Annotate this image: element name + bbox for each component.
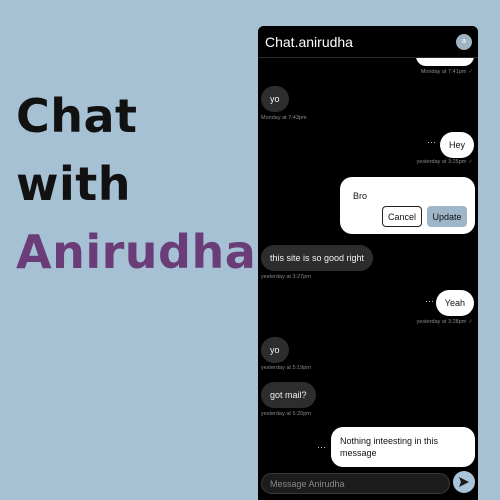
chat-window: Chat.anirudha a Monday at 7:41pm ✓ yo Mon… (258, 26, 478, 500)
message-menu-icon[interactable]: ··· (317, 443, 326, 452)
message-bubble-in[interactable]: got mail? (261, 382, 316, 408)
edit-message-value[interactable]: Bro (353, 191, 367, 201)
message-timestamp: yesterday at 3:28pm ✓ (416, 319, 473, 325)
message-text: yo (270, 94, 280, 104)
message-timestamp: Monday at 7:43pm (261, 115, 307, 121)
message-text: Nothing inteesting in this message (340, 436, 439, 458)
hero-line-1: Chat (16, 89, 138, 143)
message-text: yo (270, 345, 280, 355)
message-timestamp: yesterday at 3:25pm ✓ (416, 159, 473, 165)
app-brand: Chat.anirudha (265, 34, 353, 50)
message-input[interactable] (261, 473, 450, 494)
send-button[interactable] (453, 471, 475, 493)
message-composer (258, 470, 478, 500)
message-bubble-in[interactable]: yo (261, 86, 289, 112)
message-text: Yeah (444, 298, 465, 308)
message-text: this site is so good right (270, 253, 365, 263)
message-text: Hey (448, 140, 465, 150)
message-text: got mail? (270, 390, 307, 400)
message-timestamp: Monday at 7:41pm ✓ (420, 69, 473, 75)
message-bubble-out[interactable]: Hey (439, 132, 474, 158)
message-bubble-out[interactable]: Nothing inteesting in this message (331, 427, 475, 467)
message-menu-icon[interactable]: ··· (427, 138, 436, 147)
message-bubble-in[interactable]: yo (261, 337, 289, 363)
message-timestamp: yesterday at 5:20pm (261, 411, 311, 417)
brand-name: anirudha (298, 34, 353, 50)
check-icon: ✓ (468, 319, 473, 325)
send-icon (459, 477, 469, 487)
message-bubble-in[interactable]: this site is so good right (261, 245, 374, 271)
check-icon: ✓ (468, 159, 473, 165)
message-timestamp: yesterday at 5:19pm (261, 365, 311, 371)
hero-line-3: Anirudha (16, 225, 257, 279)
message-edit-panel: Bro Cancel Update (340, 177, 475, 234)
message-menu-icon[interactable]: ··· (425, 297, 434, 306)
hero-line-2: with (16, 157, 132, 211)
cancel-button[interactable]: Cancel (382, 206, 422, 227)
check-icon: ✓ (468, 69, 473, 75)
update-button[interactable]: Update (427, 206, 467, 227)
brand-prefix: Chat. (265, 34, 299, 50)
chat-header: Chat.anirudha a (258, 26, 478, 58)
hero-heading: Chat with Anirudha (16, 82, 256, 286)
message-timestamp: yesterday at 3:27pm (261, 274, 311, 280)
message-bubble-out[interactable]: Yeah (435, 290, 474, 316)
avatar-icon[interactable]: a (456, 34, 472, 50)
